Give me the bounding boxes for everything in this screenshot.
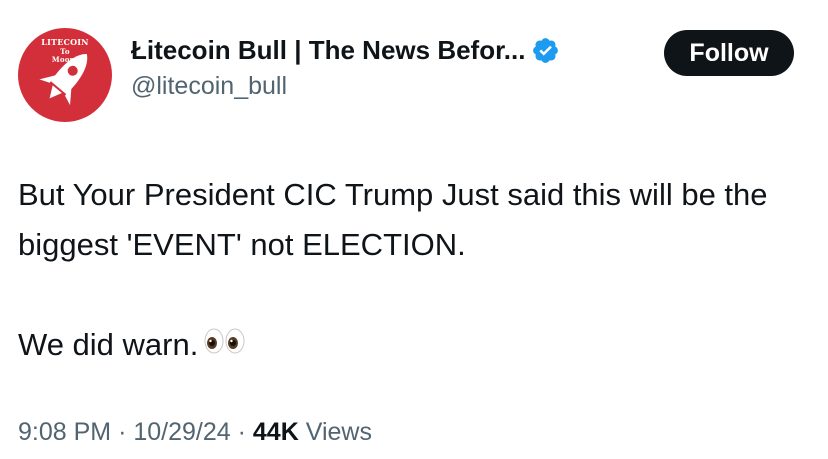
verified-badge-icon[interactable] bbox=[531, 36, 560, 65]
avatar[interactable]: LITECOIN To Moon! bbox=[18, 28, 112, 122]
meta-separator: · bbox=[118, 418, 127, 446]
handle[interactable]: @litecoin_bull bbox=[131, 72, 560, 101]
tweet-card: LITECOIN To Moon! Łitecoin Bull | The Ne… bbox=[0, 0, 828, 459]
tweet-date[interactable]: 10/29/24 bbox=[133, 418, 230, 446]
name-row: Łitecoin Bull | The News Befor... bbox=[131, 32, 560, 68]
views-label: Views bbox=[305, 418, 372, 446]
display-name[interactable]: Łitecoin Bull | The News Befor... bbox=[131, 35, 525, 66]
tweet-time[interactable]: 9:08 PM bbox=[18, 418, 111, 446]
tweet-paragraph: But Your President CIC Trump Just said t… bbox=[18, 177, 768, 262]
author-header: Łitecoin Bull | The News Befor... @litec… bbox=[131, 32, 560, 101]
tweet-paragraph: We did warn. bbox=[18, 320, 808, 372]
follow-button[interactable]: Follow bbox=[664, 30, 794, 76]
tweet-meta: 9:08 PM · 10/29/24 · 44K Views bbox=[18, 418, 372, 447]
meta-separator: · bbox=[237, 418, 246, 446]
avatar-text-line: Moon! bbox=[51, 55, 79, 64]
avatar-text-line: LITECOIN bbox=[41, 37, 89, 47]
eyes-icon bbox=[204, 319, 246, 369]
views-count: 44K bbox=[252, 418, 299, 446]
tweet-text: But Your President CIC Trump Just said t… bbox=[18, 170, 808, 372]
tweet-paragraph-text: We did warn. bbox=[18, 327, 199, 362]
